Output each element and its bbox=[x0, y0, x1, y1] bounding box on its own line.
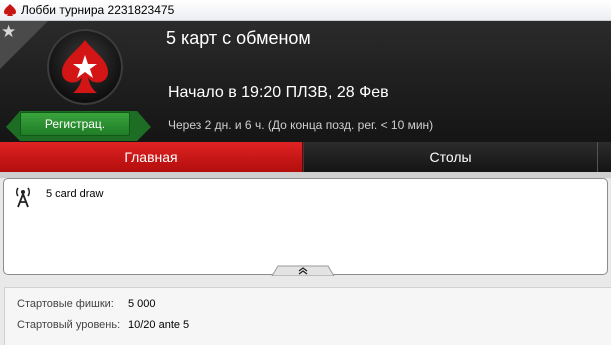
star-icon[interactable]: ★ bbox=[1, 23, 16, 40]
start-time: Начало в 19:20 ПЛЗВ, 28 Фев bbox=[168, 84, 389, 101]
spade-icon bbox=[62, 40, 108, 93]
info-row-starting-chips: Стартовые фишки: 5 000 bbox=[17, 298, 156, 310]
tab-tables[interactable]: Столы bbox=[303, 142, 598, 172]
game-type-text: 5 card draw bbox=[46, 188, 104, 200]
info-label: Стартовые фишки: bbox=[17, 298, 114, 310]
window-title: Лобби турнира 2231823475 bbox=[21, 3, 175, 17]
tournament-description-panel: 5 card draw bbox=[3, 178, 608, 276]
info-row-starting-level: Стартовый уровень: 10/20 ante 5 bbox=[17, 319, 189, 331]
info-value: 5 000 bbox=[128, 298, 156, 310]
collapse-handle[interactable] bbox=[270, 264, 336, 276]
info-label: Стартовый уровень: bbox=[17, 319, 121, 331]
pokerstars-logo bbox=[47, 29, 123, 105]
tab-extra[interactable] bbox=[597, 142, 611, 172]
time-remaining: Через 2 дн. и 6 ч. (До конца позд. рег. … bbox=[168, 118, 434, 132]
tab-main[interactable]: Главная bbox=[0, 142, 303, 172]
lobby-tabs: Главная Столы bbox=[0, 142, 611, 172]
pokerstars-app-icon bbox=[4, 4, 16, 16]
antenna-icon bbox=[15, 187, 31, 208]
tournament-name: 5 карт с обменом bbox=[166, 28, 311, 48]
window-title-bar: Лобби турнира 2231823475 bbox=[0, 0, 611, 21]
tournament-info-panel: Стартовые фишки: 5 000 Стартовый уровень:… bbox=[4, 287, 611, 345]
tournament-header: ★ Регистрац. 5 карт с обменом Начало в 1… bbox=[0, 21, 611, 142]
info-value: 10/20 ante 5 bbox=[128, 319, 190, 331]
register-button[interactable]: Регистрац. bbox=[20, 112, 130, 136]
